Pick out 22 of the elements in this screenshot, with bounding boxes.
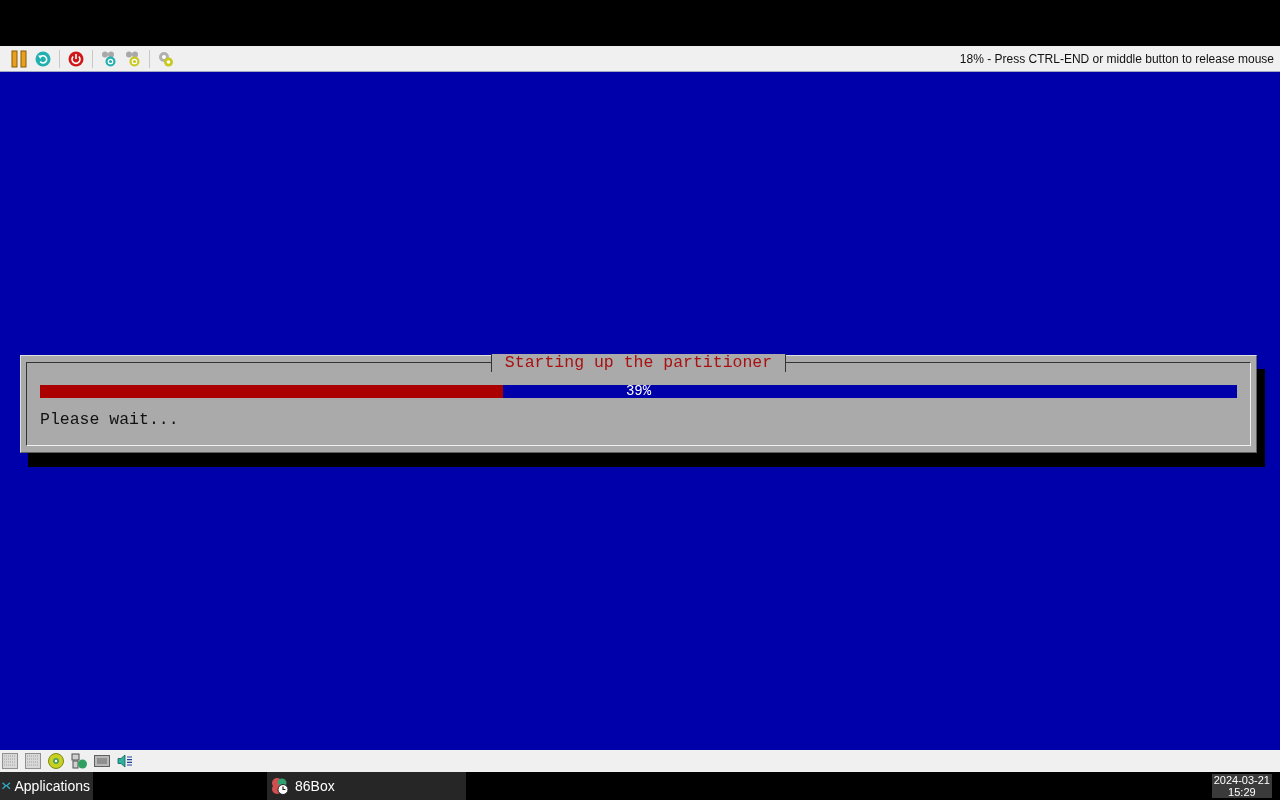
clock-time: 15:29 [1228, 786, 1256, 798]
dotted-square-icon[interactable] [2, 753, 18, 769]
dialog-title: Starting up the partitioner [490, 354, 787, 372]
progress-percent: 39% [625, 385, 652, 398]
speaker-icon[interactable] [117, 753, 133, 769]
clock-date: 2024-03-21 [1213, 774, 1270, 786]
applications-menu-button[interactable]: Applications [0, 772, 93, 800]
power-icon[interactable] [68, 50, 84, 67]
mouse-status-text: 18% - Press CTRL-END or middle button to release mouse [959, 51, 1274, 66]
wait-message: Please wait... [40, 411, 179, 429]
circles-cluster-icon[interactable] [158, 50, 174, 67]
network-icon[interactable] [71, 753, 87, 769]
circles-cluster-icon[interactable] [125, 50, 141, 67]
task-button[interactable]: 86Box [267, 772, 466, 800]
card-icon[interactable] [94, 755, 110, 767]
cd-icon[interactable] [48, 753, 64, 769]
circles-cluster-icon[interactable] [101, 50, 117, 67]
pause-icon[interactable] [11, 49, 27, 68]
reset-icon[interactable] [35, 50, 51, 67]
clock[interactable]: 2024-03-21 15:29 [1211, 774, 1272, 798]
app-icon [271, 777, 289, 795]
dotted-square-icon[interactable] [25, 753, 41, 769]
